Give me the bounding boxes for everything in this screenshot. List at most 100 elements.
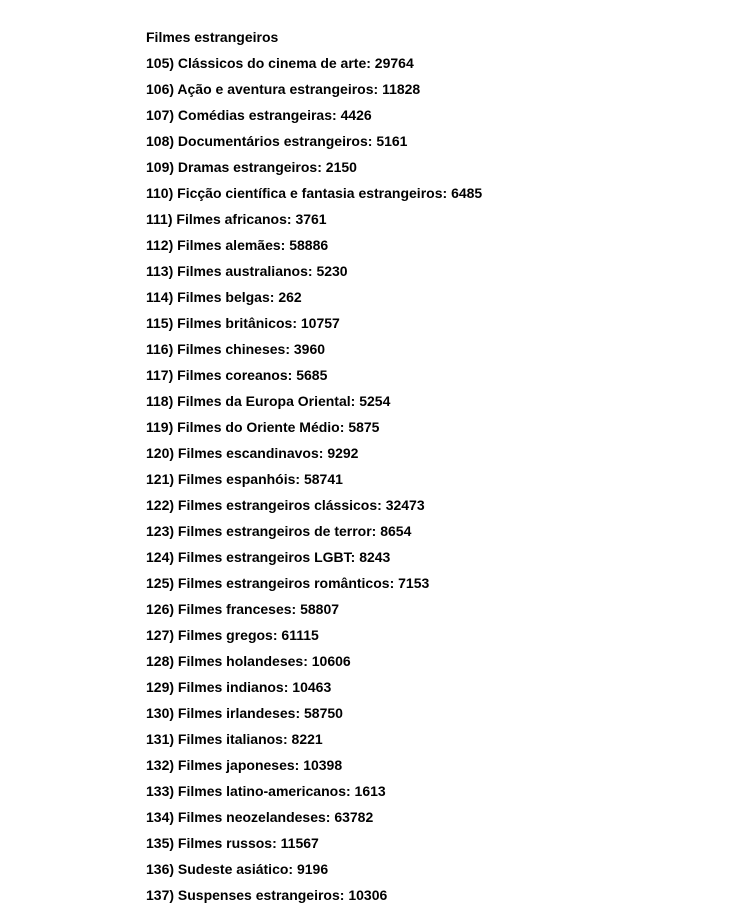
item-code: 1613	[355, 783, 386, 799]
item-label: Documentários estrangeiros	[178, 133, 368, 149]
item-code: 9196	[297, 861, 328, 877]
separator-paren: )	[169, 341, 178, 357]
item-code: 262	[278, 289, 301, 305]
item-code: 58886	[289, 237, 328, 253]
item-code: 5161	[376, 133, 407, 149]
separator-paren: )	[169, 419, 178, 435]
item-label: Filmes holandeses	[178, 653, 303, 669]
item-label: Dramas estrangeiros	[178, 159, 317, 175]
separator-colon: :	[443, 185, 452, 201]
item-number: 129	[146, 679, 169, 695]
item-number: 137	[146, 887, 169, 903]
separator-colon: :	[351, 393, 360, 409]
item-number: 126	[146, 601, 169, 617]
separator-colon: :	[390, 575, 399, 591]
separator-paren: )	[169, 471, 178, 487]
list-item: 112) Filmes alemães: 58886	[146, 232, 731, 258]
item-label: Filmes estrangeiros românticos	[178, 575, 390, 591]
item-label: Filmes chineses	[177, 341, 285, 357]
separator-colon: :	[295, 757, 304, 773]
item-label: Filmes britânicos	[177, 315, 292, 331]
item-number: 132	[146, 757, 169, 773]
separator-colon: :	[295, 471, 304, 487]
item-number: 128	[146, 653, 169, 669]
items-list: 105) Clássicos do cinema de arte: 29764 1…	[146, 50, 731, 908]
item-code: 5685	[296, 367, 327, 383]
item-code: 58741	[304, 471, 343, 487]
list-item: 130) Filmes irlandeses: 58750	[146, 700, 731, 726]
separator-colon: :	[351, 549, 360, 565]
list-item: 137) Suspenses estrangeiros: 10306	[146, 882, 731, 908]
separator-paren: )	[169, 185, 178, 201]
list-item: 122) Filmes estrangeiros clássicos: 3247…	[146, 492, 731, 518]
item-label: Filmes russos	[178, 835, 272, 851]
list-item: 114) Filmes belgas: 262	[146, 284, 731, 310]
item-label: Filmes do Oriente Médio	[177, 419, 340, 435]
item-number: 135	[146, 835, 169, 851]
separator-paren: )	[169, 289, 178, 305]
item-code: 61115	[281, 627, 318, 643]
item-number: 113	[146, 263, 169, 279]
item-number: 124	[146, 549, 169, 565]
item-number: 133	[146, 783, 169, 799]
item-number: 114	[146, 289, 169, 305]
item-number: 119	[146, 419, 169, 435]
item-label: Suspenses estrangeiros	[178, 887, 340, 903]
separator-colon: :	[292, 315, 301, 331]
category-list-container: Filmes estrangeiros 105) Clássicos do ci…	[0, 0, 731, 908]
list-item: 109) Dramas estrangeiros: 2150	[146, 154, 731, 180]
separator-colon: :	[332, 107, 341, 123]
item-code: 3761	[295, 211, 326, 227]
item-code: 11567	[281, 835, 319, 851]
item-number: 122	[146, 497, 169, 513]
item-label: Filmes estrangeiros de terror	[178, 523, 372, 539]
item-code: 2150	[326, 159, 357, 175]
item-number: 130	[146, 705, 169, 721]
separator-colon: :	[292, 601, 301, 617]
item-code: 4426	[341, 107, 372, 123]
list-item: 118) Filmes da Europa Oriental: 5254	[146, 388, 731, 414]
item-code: 5230	[316, 263, 347, 279]
item-label: Filmes irlandeses	[178, 705, 296, 721]
item-number: 107	[146, 107, 169, 123]
item-code: 29764	[375, 55, 414, 71]
item-code: 9292	[327, 445, 358, 461]
item-number: 109	[146, 159, 169, 175]
item-number: 110	[146, 185, 169, 201]
list-item: 126) Filmes franceses: 58807	[146, 596, 731, 622]
item-number: 111	[146, 211, 168, 227]
separator-colon: :	[317, 159, 326, 175]
item-number: 136	[146, 861, 169, 877]
list-item: 110) Ficção científica e fantasia estran…	[146, 180, 731, 206]
separator-paren: )	[169, 757, 178, 773]
list-item: 132) Filmes japoneses: 10398	[146, 752, 731, 778]
item-label: Clássicos do cinema de arte	[178, 55, 366, 71]
item-number: 123	[146, 523, 169, 539]
item-number: 131	[146, 731, 169, 747]
section-heading: Filmes estrangeiros	[146, 24, 731, 50]
item-code: 10306	[348, 887, 387, 903]
item-label: Filmes australianos	[177, 263, 308, 279]
item-code: 6485	[451, 185, 482, 201]
separator-paren: )	[169, 393, 178, 409]
item-code: 58750	[304, 705, 343, 721]
separator-colon: :	[295, 705, 304, 721]
item-label: Filmes coreanos	[177, 367, 288, 383]
separator-paren: )	[169, 315, 178, 331]
separator-paren: )	[169, 549, 178, 565]
item-number: 116	[146, 341, 169, 357]
item-label: Filmes italianos	[178, 731, 283, 747]
item-label: Filmes gregos	[178, 627, 273, 643]
separator-colon: :	[346, 783, 355, 799]
item-label: Filmes africanos	[176, 211, 287, 227]
list-item: 105) Clássicos do cinema de arte: 29764	[146, 50, 731, 76]
item-code: 10757	[301, 315, 340, 331]
item-number: 127	[146, 627, 169, 643]
item-code: 10606	[312, 653, 351, 669]
list-item: 136) Sudeste asiático: 9196	[146, 856, 731, 882]
list-item: 120) Filmes escandinavos: 9292	[146, 440, 731, 466]
separator-paren: )	[169, 107, 178, 123]
separator-paren: )	[169, 887, 178, 903]
list-item: 131) Filmes italianos: 8221	[146, 726, 731, 752]
item-label: Filmes alemães	[177, 237, 281, 253]
